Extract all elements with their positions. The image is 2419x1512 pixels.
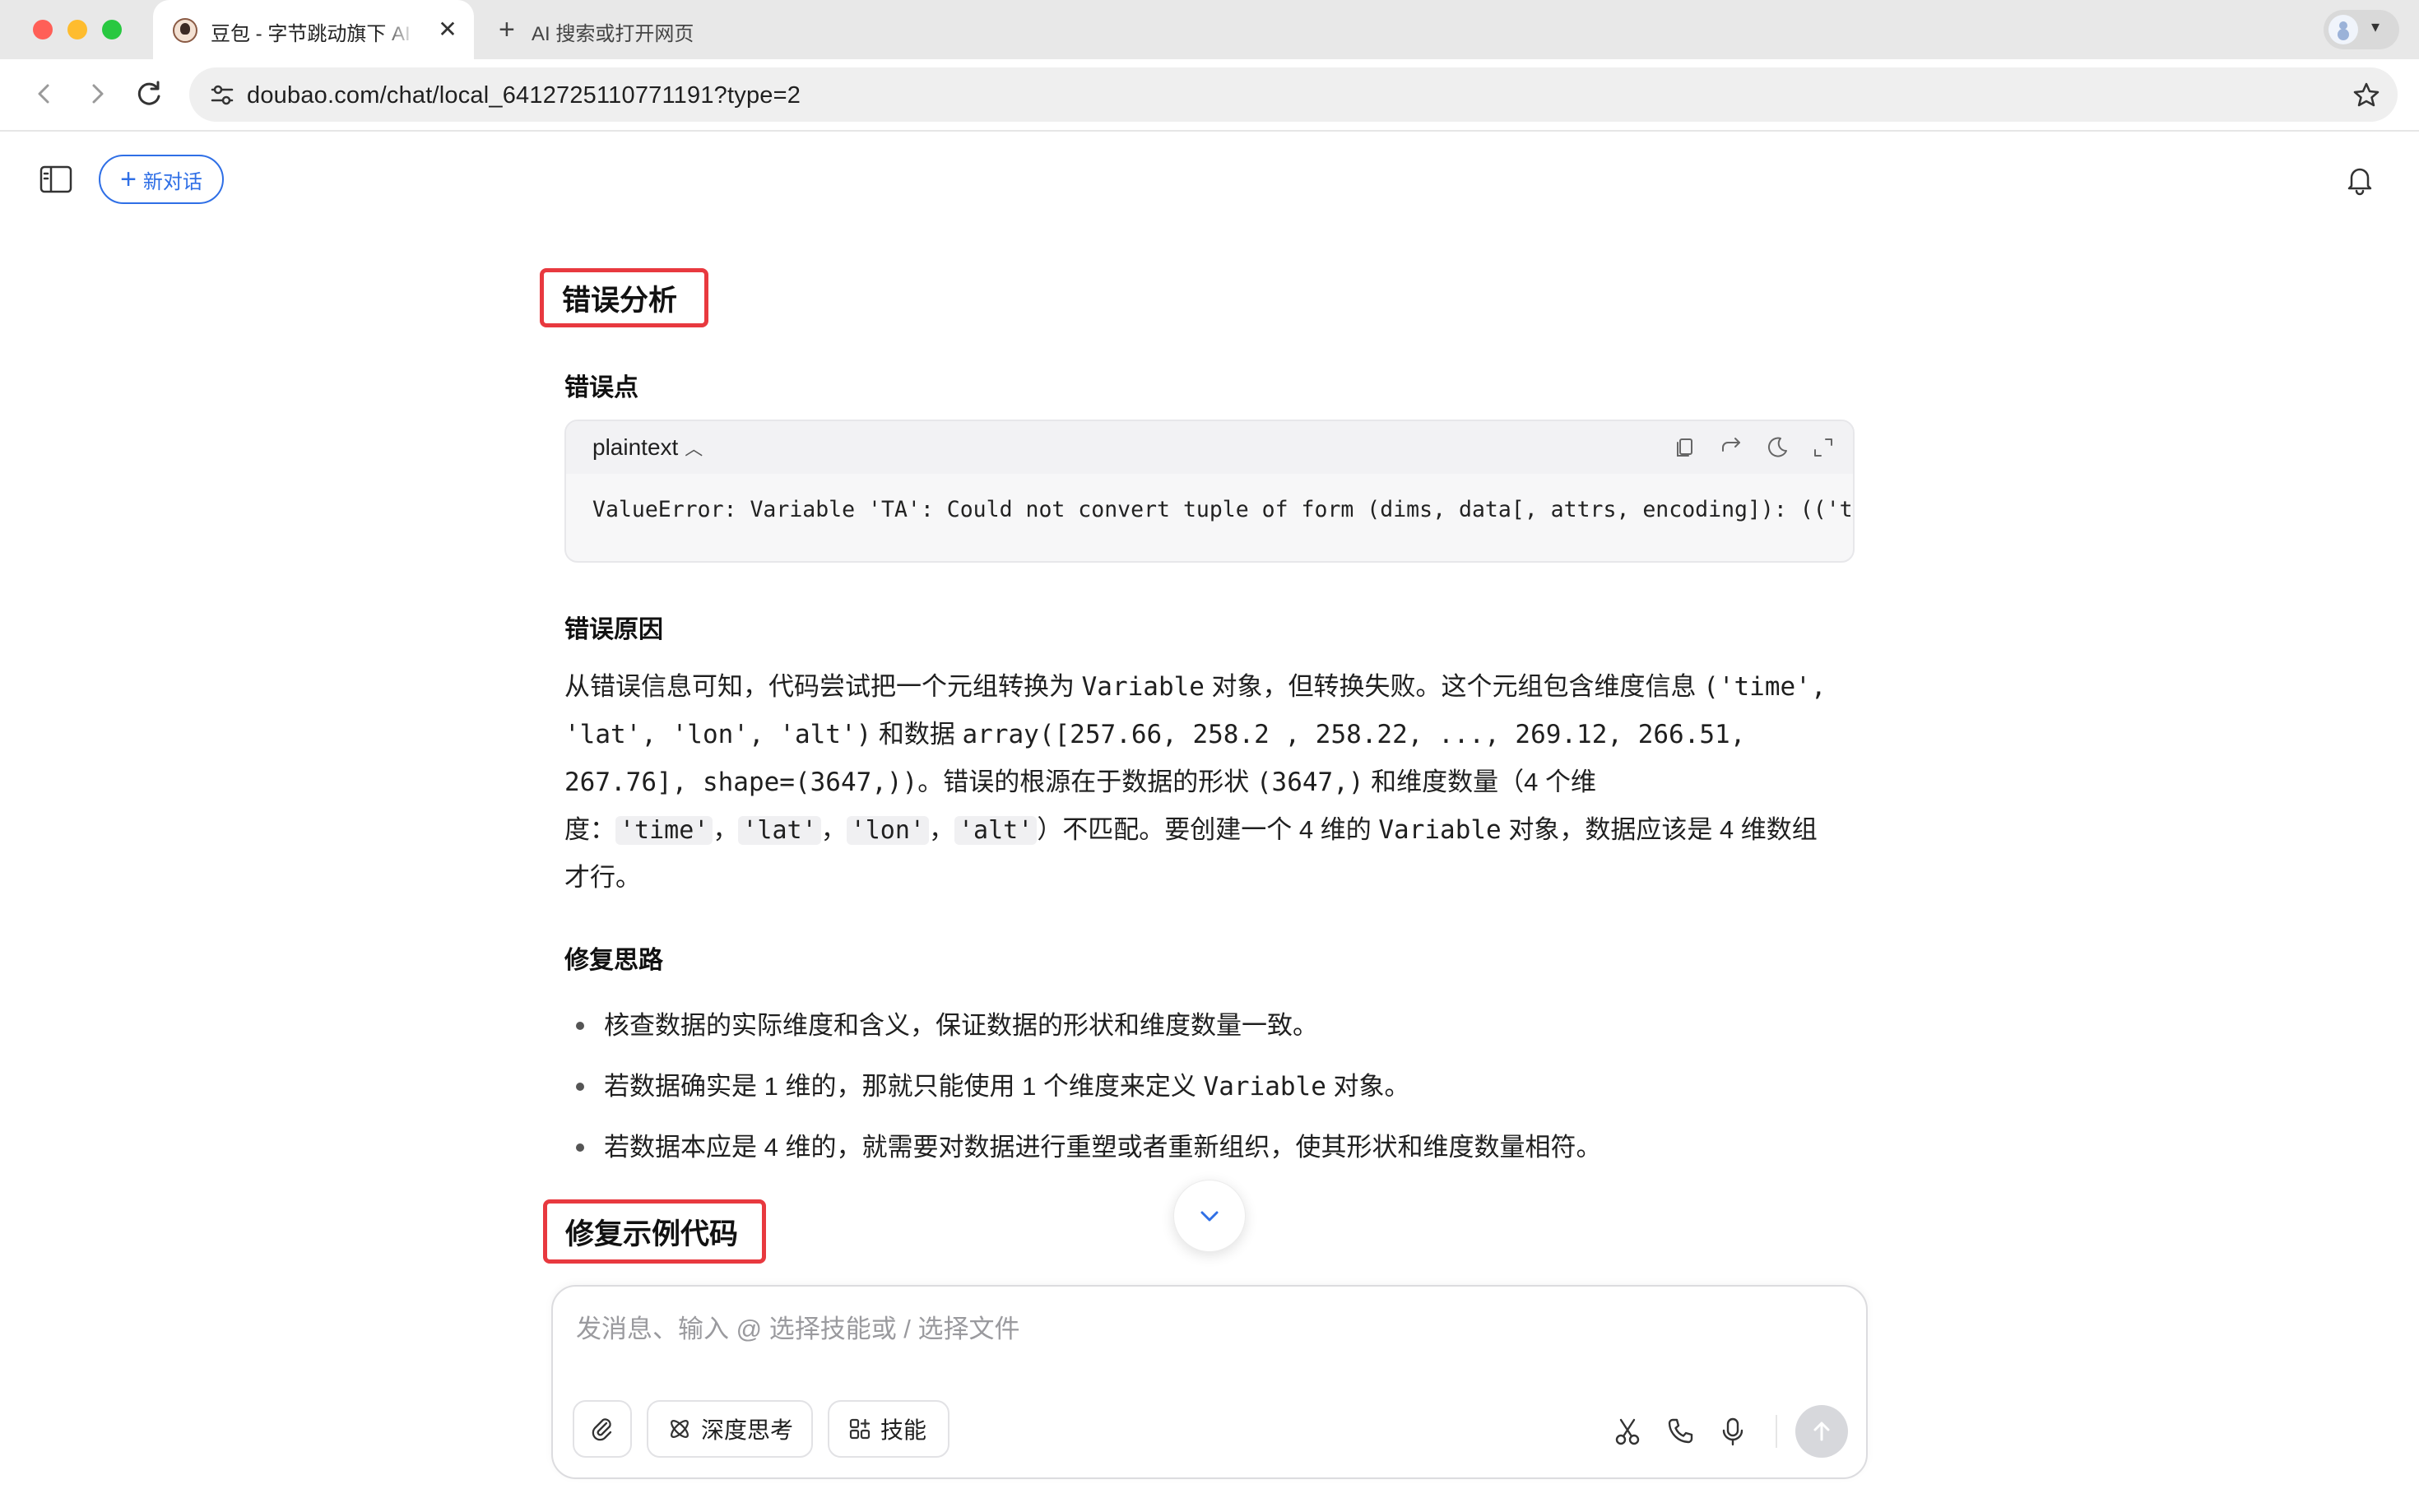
new-tab-plus-icon[interactable]: + (499, 13, 515, 46)
skills-button[interactable]: 技能 (828, 1400, 949, 1458)
attach-button[interactable] (573, 1400, 632, 1458)
message-composer: 深度思考 技能 (551, 1285, 1868, 1479)
reason-paragraph: 从错误信息可知，代码尝试把一个元组转换为 Variable 对象，但转换失败。这… (564, 663, 1832, 901)
arrow-left-icon[interactable] (25, 74, 64, 114)
tab-close-icon[interactable]: ✕ (433, 15, 462, 44)
inline-code-chip: 'alt' (954, 816, 1038, 845)
url-text[interactable]: doubao.com/chat/local_6412725110771191?t… (247, 82, 801, 109)
scissors-icon[interactable] (1611, 1415, 1644, 1448)
code-block-header: plaintext ︿ (566, 421, 1853, 474)
tab-title: 豆包 - 字节跳动旗下 AI 智能助手 (211, 23, 416, 45)
list-item-text: 核查数据的实际维度和含义，保证数据的形状和维度数量一致。 (604, 1011, 1318, 1040)
moon-icon[interactable] (1762, 433, 1792, 462)
deep-think-button[interactable]: 深度思考 (647, 1400, 813, 1458)
browser-tab-strip: 豆包 - 字节跳动旗下 AI 智能助手 ✕ + AI 搜索或打开网页 ▾ (0, 0, 2419, 59)
fix-idea-list: 核查数据的实际维度和含义，保证数据的形状和维度数量一致。 若数据确实是 1 维的… (564, 995, 1832, 1178)
deep-think-label: 深度思考 (701, 1417, 794, 1443)
paperclip-icon (592, 1418, 612, 1441)
code-line: ValueError: Variable 'TA': Could not con… (592, 497, 1853, 522)
list-item: 核查数据的实际维度和含义，保证数据的形状和维度数量一致。 (564, 995, 1832, 1056)
browser-toolbar: doubao.com/chat/local_6412725110771191?t… (0, 59, 2419, 132)
separator: ， (929, 815, 954, 844)
skills-label: 技能 (880, 1417, 927, 1443)
new-tab-button[interactable]: AI 搜索或打开网页 (532, 17, 694, 46)
doubao-avatar-icon (173, 18, 197, 43)
window-maximize-button[interactable] (102, 20, 122, 39)
browser-tab-active[interactable]: 豆包 - 字节跳动旗下 AI 智能助手 ✕ (153, 0, 474, 59)
tune-icon[interactable] (206, 78, 239, 111)
code-language-toggle[interactable]: plaintext ︿ (592, 434, 703, 461)
inline-code-chip: 'lat' (738, 816, 821, 845)
code-block: plaintext ︿ ValueError: Variable 'TA': Co… (564, 420, 1855, 563)
scroll-to-bottom-button[interactable] (1173, 1180, 1246, 1252)
subheading-fix-idea: 修复思路 (564, 947, 663, 974)
code-language-label: plaintext (592, 434, 679, 460)
profile-avatar-icon (2328, 15, 2358, 44)
wrap-icon[interactable] (1716, 433, 1746, 462)
chevron-up-icon: ︿ (685, 438, 703, 459)
phone-icon[interactable] (1664, 1415, 1697, 1448)
new-chat-label: 新对话 (142, 170, 202, 193)
reason-text: 对象，但转换失败。这个元组包含维度信息 (1204, 672, 1704, 701)
chevron-down-icon (1200, 1211, 1219, 1222)
reason-text: 从错误信息可知，代码尝试把一个元组转换为 (564, 672, 1082, 701)
list-item: 若数据本应是 4 维的，就需要对数据进行重塑或者重新组织，使其形状和维度数量相符… (564, 1117, 1832, 1178)
separator: ， (820, 815, 847, 844)
atom-icon (671, 1420, 689, 1438)
address-bar[interactable]: doubao.com/chat/local_6412725110771191?t… (189, 67, 2398, 122)
inline-code-chip: 'time' (615, 816, 713, 845)
microphone-icon[interactable] (1716, 1415, 1749, 1448)
reason-text: 和数据 (871, 720, 963, 749)
plus-icon: + (120, 164, 137, 195)
heading-error-analysis: 错误分析 (540, 268, 708, 327)
arrow-right-icon[interactable] (77, 74, 117, 114)
list-item-text: 若数据本应是 4 维的，就需要对数据进行重塑或者重新组织，使其形状和维度数量相符… (604, 1133, 1602, 1162)
reload-icon[interactable] (130, 74, 169, 114)
window-close-button[interactable] (33, 20, 53, 39)
code-toolbar (1670, 433, 1838, 462)
separator: ， (713, 815, 739, 844)
send-button[interactable] (1795, 1405, 1848, 1458)
subheading-error-reason: 错误原因 (564, 616, 663, 643)
inline-code: Variable (1081, 672, 1205, 702)
arrow-up-icon (1813, 1422, 1830, 1441)
list-item: 若数据确实是 1 维的，那就只能使用 1 个维度来定义 Variable 对象。 (564, 1056, 1832, 1117)
new-chat-button[interactable]: + 新对话 (99, 155, 224, 204)
bell-icon[interactable] (2342, 161, 2378, 197)
profile-menu-button[interactable]: ▾ (2324, 10, 2399, 49)
divider (1776, 1415, 1777, 1448)
inline-code: (3647,) (1256, 768, 1364, 797)
inline-code: Variable (1378, 815, 1502, 845)
window-minimize-button[interactable] (67, 20, 87, 39)
list-item-text: 对象。 (1326, 1072, 1410, 1101)
expand-icon[interactable] (1808, 433, 1838, 462)
reason-text: ）不匹配。要创建一个 4 维的 (1037, 815, 1379, 844)
subheading-error-point: 错误点 (564, 374, 638, 401)
list-item-text: 若数据确实是 1 维的，那就只能使用 1 个维度来定义 (604, 1072, 1204, 1101)
caret-down-icon: ▾ (2371, 18, 2380, 36)
reason-text: 。错误的根源在于数据的形状 (917, 768, 1256, 796)
inline-code: Variable (1203, 1072, 1326, 1102)
message-input[interactable] (576, 1305, 1843, 1354)
apps-icon (849, 1418, 871, 1440)
star-icon[interactable] (2350, 79, 2383, 112)
heading-fix-example-code: 修复示例代码 (543, 1199, 766, 1264)
inline-code-chip: 'lon' (846, 816, 929, 845)
sidebar-toggle-icon[interactable] (38, 163, 74, 196)
copy-icon[interactable] (1670, 433, 1700, 462)
